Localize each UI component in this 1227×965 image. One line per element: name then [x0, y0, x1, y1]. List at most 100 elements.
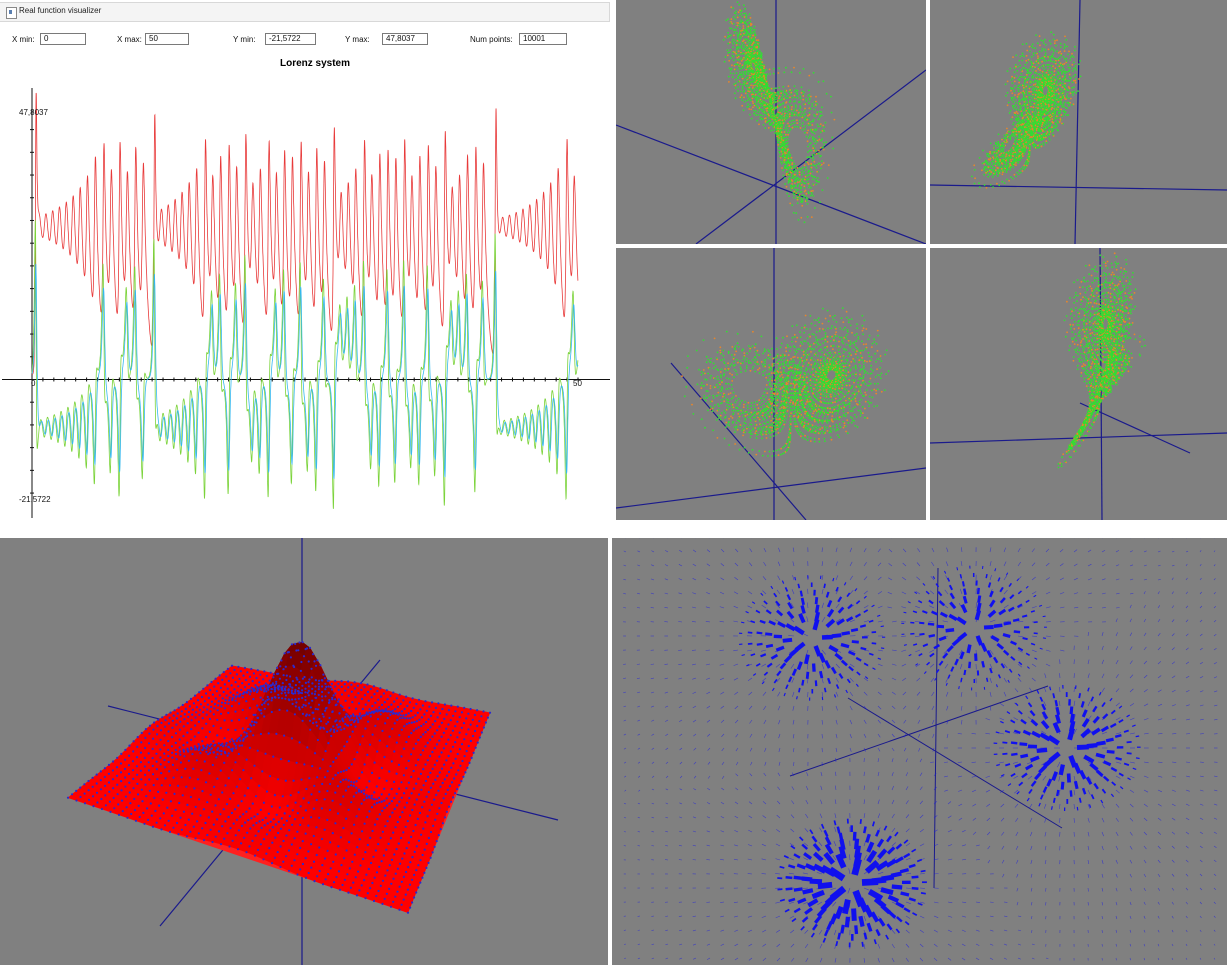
attractor-point: [791, 204, 794, 207]
attractor-point: [1054, 114, 1057, 117]
attractor-point: [1017, 114, 1020, 117]
attractor-point: [819, 155, 821, 158]
attractor-point: [1034, 111, 1037, 114]
attractor-point: [1079, 75, 1082, 78]
lorenz-3d-view-1[interactable]: [616, 0, 926, 244]
attractor-point: [793, 165, 795, 168]
attractor-point: [1009, 169, 1012, 171]
attractor-point: [1013, 108, 1016, 111]
attractor-point: [1057, 57, 1060, 60]
attractor-point: [1016, 95, 1019, 98]
attractor-point: [736, 31, 738, 34]
attractor-point: [1018, 76, 1021, 79]
attractor-point: [987, 166, 990, 169]
attractor-point: [772, 92, 775, 94]
x-max-input[interactable]: 50: [145, 33, 189, 45]
attractor-point: [1062, 55, 1065, 58]
attractor-point: [1013, 71, 1016, 73]
attractor-point: [1049, 99, 1051, 102]
attractor-point: [735, 48, 738, 51]
attractor-point: [1010, 176, 1012, 179]
attractor-point: [807, 145, 809, 148]
attractor-point: [1057, 78, 1060, 81]
attractor-point: [778, 104, 780, 107]
attractor-point: [780, 145, 783, 148]
attractor-point: [810, 186, 812, 189]
num-points-input[interactable]: 10001: [519, 33, 567, 45]
attractor-point: [1050, 112, 1053, 115]
attractor-point: [1062, 77, 1065, 80]
attractor-point: [1006, 178, 1008, 181]
attractor-point: [1032, 113, 1035, 116]
attractor-point: [749, 20, 752, 23]
attractor-point: [1038, 95, 1041, 98]
attractor-point: [788, 113, 791, 115]
attractor-point: [740, 67, 743, 70]
attractor-point: [748, 82, 751, 85]
attractor-point: [742, 40, 744, 43]
attractor-point: [1032, 46, 1034, 49]
attractor-point: [796, 119, 798, 122]
attractor-point: [753, 52, 755, 55]
attractor-point: [751, 95, 754, 98]
attractor-point: [785, 66, 787, 69]
attractor-point: [742, 34, 744, 36]
window-titlebar[interactable]: Real function visualizer: [0, 2, 610, 22]
attractor-point: [1048, 137, 1051, 140]
attractor-point: [1012, 96, 1015, 99]
attractor-point: [1037, 103, 1040, 106]
attractor-point: [749, 17, 752, 19]
attractor-point: [769, 114, 772, 117]
attractor-point: [807, 171, 810, 174]
attractor-point: [1027, 108, 1030, 111]
attractor-point: [821, 114, 823, 117]
attractor-point: [808, 113, 811, 116]
attractor-point: [789, 202, 792, 205]
attractor-point: [784, 145, 787, 148]
attractor-point: [1017, 140, 1020, 143]
attractor-point: [1036, 76, 1038, 78]
attractor-point: [753, 109, 756, 112]
attractor-point: [739, 73, 742, 76]
attractor-point: [1055, 105, 1057, 108]
attractor-point: [1023, 164, 1026, 167]
attractor-point: [1033, 116, 1036, 118]
lorenz-3d-view-2[interactable]: [930, 0, 1227, 244]
attractor-point: [1007, 162, 1010, 165]
attractor-point: [1044, 69, 1047, 72]
attractor-point: [736, 24, 739, 27]
attractor-point: [794, 188, 796, 191]
attractor-point: [1034, 87, 1037, 90]
attractor-point: [1067, 89, 1070, 92]
attractor-point: [810, 174, 813, 177]
attractor-point: [784, 128, 786, 131]
attractor-point: [782, 122, 785, 124]
attractor-point: [1024, 107, 1027, 110]
attractor-point: [987, 163, 989, 166]
attractor-point: [798, 173, 801, 176]
attractor-point: [728, 67, 731, 70]
attractor-point: [760, 118, 763, 121]
attractor-point: [732, 7, 734, 9]
attractor-point: [750, 50, 752, 53]
attractor-point: [754, 56, 757, 59]
attractor-point: [748, 108, 751, 110]
attractor-point: [741, 87, 744, 90]
attractor-point: [1012, 162, 1015, 165]
attractor-point: [1066, 93, 1069, 95]
y-max-input[interactable]: 47,8037: [382, 33, 428, 45]
x-min-input[interactable]: 0: [40, 33, 86, 45]
attractor-point: [1031, 134, 1034, 136]
attractor-point: [1018, 59, 1021, 62]
attractor-point: [803, 196, 805, 199]
y-min-input[interactable]: -21,5722: [265, 33, 316, 45]
attractor-point: [755, 43, 758, 46]
attractor-point: [1063, 113, 1066, 116]
attractor-point: [758, 46, 760, 48]
attractor-point: [776, 91, 779, 93]
attractor-point: [769, 130, 772, 132]
attractor-point: [1008, 112, 1011, 114]
attractor-point: [1051, 107, 1054, 109]
attractor-point: [805, 200, 808, 202]
attractor-point: [816, 170, 818, 173]
